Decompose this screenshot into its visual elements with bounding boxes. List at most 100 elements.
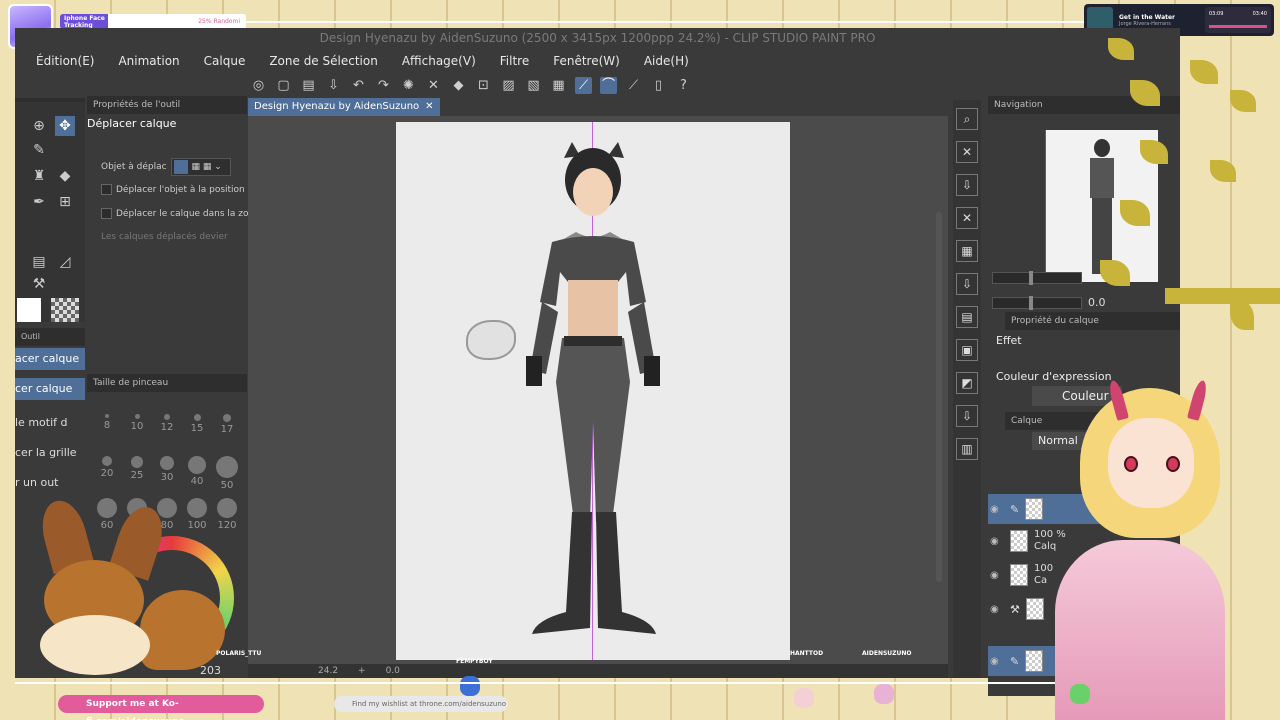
close-panel-icon[interactable]: ✕ bbox=[956, 141, 978, 163]
music-progress-bar bbox=[1209, 25, 1267, 28]
layer-icon[interactable]: ▤ bbox=[956, 306, 978, 328]
invert-icon[interactable]: ▦ bbox=[550, 77, 567, 94]
snap-grid-icon[interactable]: ⟋ bbox=[625, 77, 642, 94]
zoom-value[interactable]: 24.2 bbox=[318, 666, 338, 676]
objet-selector[interactable]: ▦ ▦ ⌄ bbox=[170, 158, 231, 176]
close-panel-icon-2[interactable]: ✕ bbox=[956, 207, 978, 229]
brush-size-option[interactable]: 40 bbox=[185, 456, 209, 487]
secondary-item-other[interactable]: r un out bbox=[15, 468, 85, 498]
download-icon[interactable]: ⇩ bbox=[956, 405, 978, 427]
brush-size-option[interactable]: 15 bbox=[185, 414, 209, 434]
canvas-scrollbar[interactable] bbox=[936, 212, 942, 582]
new-file-icon[interactable]: ▢ bbox=[275, 77, 292, 94]
zoom-in-icon[interactable]: + bbox=[358, 666, 366, 676]
clip-studio-icon[interactable]: ◎ bbox=[250, 77, 267, 94]
adjust-icon[interactable]: ◩ bbox=[956, 372, 978, 394]
undo-icon[interactable]: ↶ bbox=[350, 77, 367, 94]
menu-edition[interactable]: Édition(E) bbox=[36, 54, 94, 68]
deselect-icon[interactable]: ▨ bbox=[500, 77, 517, 94]
brush-size-option[interactable]: 17 bbox=[215, 414, 239, 435]
menu-calque[interactable]: Calque bbox=[204, 54, 246, 68]
eyedropper-icon[interactable]: ✎ bbox=[29, 140, 49, 160]
brush-size-option[interactable]: 60 bbox=[95, 498, 119, 531]
eye-icon[interactable]: ◉ bbox=[990, 536, 1004, 547]
triangle-tool-icon[interactable]: ◿ bbox=[55, 252, 75, 272]
save-icon[interactable]: ⇩ bbox=[325, 77, 342, 94]
window-icon[interactable]: ▥ bbox=[956, 438, 978, 460]
document-tab[interactable]: Design Hyenazu by AidenSuzuno ✕ bbox=[248, 98, 440, 116]
drawing-paper[interactable] bbox=[396, 122, 790, 660]
open-folder-icon[interactable]: ▤ bbox=[300, 77, 317, 94]
frame-tool-icon[interactable]: ⊞ bbox=[55, 192, 75, 212]
brush-size-option[interactable]: 30 bbox=[155, 456, 179, 483]
brush-size-dot bbox=[131, 456, 143, 468]
navigator-rotate-slider[interactable] bbox=[992, 295, 1082, 310]
move-tool-icon[interactable]: ✥ bbox=[55, 116, 75, 136]
secondary-tool-list: acer calque cer calque le motif d cer la… bbox=[15, 348, 85, 498]
opt2-checkbox[interactable] bbox=[101, 208, 112, 219]
vtuber-face bbox=[1108, 418, 1194, 508]
secondary-item-move-layer-2[interactable]: cer calque bbox=[15, 378, 85, 400]
crop-icon[interactable]: ▧ bbox=[525, 77, 542, 94]
help-icon[interactable]: ? bbox=[675, 77, 692, 94]
fill-icon[interactable]: ◆ bbox=[450, 77, 467, 94]
snap-special-ruler-icon[interactable]: ⌒ bbox=[600, 76, 617, 94]
angle-value[interactable]: 0.0 bbox=[386, 666, 400, 676]
tool-palette: ⊕ ✥ ✎ ♜ ◆ ✒ ⊞ ▤ ◿ ⚒ bbox=[15, 102, 85, 322]
kofi-banner[interactable]: Support me at Ko-fi.com/aidensuzuno bbox=[58, 695, 264, 720]
loading-icon[interactable]: ✺ bbox=[400, 77, 417, 94]
snap-ruler-icon[interactable]: ⟋ bbox=[575, 76, 592, 94]
brush-size-option[interactable]: 10 bbox=[125, 414, 149, 432]
navigator-viewport[interactable] bbox=[988, 130, 1046, 282]
secondary-item-pattern[interactable]: le motif d bbox=[15, 408, 85, 438]
brush-size-label: 12 bbox=[160, 422, 174, 433]
canvas-area[interactable] bbox=[248, 116, 948, 664]
transform-icon[interactable]: ⊡ bbox=[475, 77, 492, 94]
redo-icon[interactable]: ↷ bbox=[375, 77, 392, 94]
tablet-icon[interactable]: ▯ bbox=[650, 77, 667, 94]
brush-size-option[interactable]: 12 bbox=[155, 414, 179, 433]
secondary-item-grid[interactable]: cer la grille bbox=[15, 438, 85, 468]
main-color-swatch[interactable] bbox=[17, 298, 41, 322]
menu-affichage[interactable]: Affichage(V) bbox=[402, 54, 476, 68]
brush-size-label: 120 bbox=[217, 520, 237, 531]
brush-size-option[interactable]: 25 bbox=[125, 456, 149, 481]
search-icon[interactable]: ⌕ bbox=[956, 108, 978, 130]
transparent-swatch[interactable] bbox=[51, 298, 79, 322]
frame-icon[interactable]: ▣ bbox=[956, 339, 978, 361]
brush-size-option[interactable]: 100 bbox=[185, 498, 209, 531]
brush-size-option[interactable]: 120 bbox=[215, 498, 239, 531]
eye-icon[interactable]: ◉ bbox=[990, 504, 1004, 515]
opt1-checkbox[interactable] bbox=[101, 184, 112, 195]
menu-aide[interactable]: Aide(H) bbox=[644, 54, 689, 68]
eye-icon[interactable]: ◉ bbox=[990, 570, 1004, 581]
brush-size-option[interactable]: 50 bbox=[215, 456, 239, 491]
pen-tool-icon[interactable]: ✒ bbox=[29, 192, 49, 212]
brush-size-dot bbox=[216, 456, 238, 478]
menu-fenetre[interactable]: Fenêtre(W) bbox=[553, 54, 620, 68]
brush-size-option[interactable]: 20 bbox=[95, 456, 119, 479]
secondary-item-move-layer[interactable]: acer calque bbox=[15, 348, 85, 370]
import-icon[interactable]: ⇩ bbox=[956, 174, 978, 196]
brush-size-dot bbox=[105, 414, 109, 418]
navigator-zoom-slider[interactable] bbox=[992, 271, 1082, 285]
brush-size-header: Taille de pinceau bbox=[87, 374, 247, 392]
zoom-tool-icon[interactable]: ⊕ bbox=[29, 116, 49, 136]
brush-size-option[interactable]: 8 bbox=[95, 414, 119, 431]
throne-banner[interactable]: Find my wishlist at throne.com/aidensuzu… bbox=[334, 696, 508, 712]
eye-icon[interactable]: ◉ bbox=[990, 604, 1004, 615]
eraser-icon[interactable]: ◆ bbox=[55, 166, 75, 186]
brush-size-dot bbox=[223, 414, 231, 422]
correct-tool-icon[interactable]: ⚒ bbox=[29, 274, 49, 294]
grid-icon[interactable]: ▦ bbox=[956, 240, 978, 262]
eye-icon[interactable]: ◉ bbox=[990, 656, 1004, 667]
menu-animation[interactable]: Animation bbox=[118, 54, 179, 68]
navigator-angle: 0.0 bbox=[1088, 296, 1106, 309]
clear-icon[interactable]: ✕ bbox=[425, 77, 442, 94]
close-icon[interactable]: ✕ bbox=[425, 98, 433, 116]
export-icon[interactable]: ⇩ bbox=[956, 273, 978, 295]
menu-selection[interactable]: Zone de Sélection bbox=[269, 54, 377, 68]
menu-filtre[interactable]: Filtre bbox=[500, 54, 529, 68]
fill-tool-icon[interactable]: ♜ bbox=[29, 166, 49, 186]
ruler-tool-icon[interactable]: ▤ bbox=[29, 252, 49, 272]
